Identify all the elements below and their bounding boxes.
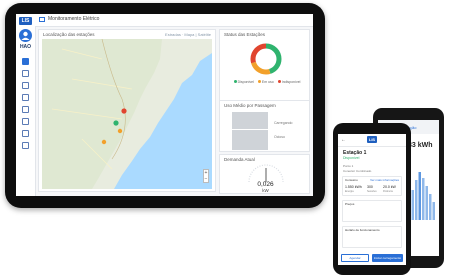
zoom-out-button[interactable]: − (204, 176, 208, 182)
sidebar-item-billing[interactable] (22, 106, 29, 113)
prices-section: Preços (342, 200, 402, 222)
user-avatar[interactable] (19, 29, 32, 42)
passage-label-bottom: Ocioso (274, 135, 285, 139)
power-label: Potência (383, 190, 393, 193)
legend-available: Disponível (237, 80, 254, 84)
start-charging-button[interactable]: Iniciar carregamento (372, 254, 403, 262)
tablet-device: LIS HAO Monitoramento Elétrico Localizaç… (5, 3, 325, 208)
power-value: 20.0 kW (383, 185, 396, 189)
legend-unavailable: Indisponível (281, 80, 301, 84)
sidebar-item-stations[interactable] (22, 70, 29, 77)
bar-chart-graphic (408, 172, 435, 220)
legend-dot-in-use (257, 80, 261, 83)
station-marker[interactable] (101, 139, 107, 145)
passage-title: Uso Médio por Passagem (224, 103, 276, 108)
energy-value: 1.550 kWh (345, 185, 362, 189)
schedule-button[interactable]: Agendar (341, 254, 369, 262)
station-marker[interactable] (121, 108, 127, 114)
phone-front-screen: ← LIS Estação 1 Disponível Ponto 1 Conec… (338, 134, 406, 265)
window-title: Monitoramento Elétrico (48, 16, 100, 22)
station-info-a: Ponto 1 (343, 164, 354, 168)
sidebar-item-help[interactable] (22, 142, 29, 149)
phone-back-value: 33 kWh (408, 142, 433, 149)
status-card: Status das Estações Disponível Em uso In… (219, 29, 310, 108)
status-donut (249, 42, 283, 76)
station-status: Disponível (343, 156, 360, 160)
legend-dot-unavailable (277, 80, 281, 83)
more-info-link[interactable]: Ver mais informações (370, 178, 399, 182)
map-card: Localização das estações Estradas · Mapa… (38, 29, 216, 192)
demand-value: 0,026 (257, 181, 274, 188)
sidebar-item-dashboard[interactable] (22, 58, 29, 65)
legend-in-use: Em uso (261, 80, 274, 84)
back-arrow-icon[interactable]: ← (341, 137, 346, 143)
map-title: Localização das estações (43, 32, 95, 37)
prices-title: Preços (345, 202, 355, 206)
station-info-b: Conector Combinado (343, 169, 372, 173)
hours-title: Horário de funcionamento (345, 228, 380, 232)
top-bar: Monitoramento Elétrico (35, 14, 313, 27)
demand-card: Demanda Atual 0,026 kW (219, 154, 310, 194)
app-logo[interactable]: LIS (19, 17, 32, 25)
user-group-icon (21, 31, 30, 40)
mobile-actions: Agendar Iniciar carregamento (341, 254, 403, 263)
sidebar-item-settings[interactable] (22, 130, 29, 137)
passage-divider (232, 129, 268, 130)
map-view-toggle[interactable]: Estradas · Mapa | Satélite (165, 32, 211, 37)
passage-card: Uso Médio por Passagem Carregando Ocioso (219, 100, 310, 152)
tablet-screen: LIS HAO Monitoramento Elétrico Localizaç… (16, 14, 313, 196)
sidebar-item-alerts[interactable] (22, 118, 29, 125)
consumption-section: Consumo Ver mais informações 1.550 kWh E… (342, 176, 402, 196)
gauge-icon (248, 164, 284, 183)
legend-dot-available (233, 80, 237, 83)
donut-chart (250, 43, 282, 75)
hours-section: Horário de funcionamento (342, 226, 402, 248)
consumption-title: Consumo (345, 178, 358, 182)
user-code: HAO (19, 44, 32, 50)
station-marker[interactable] (113, 120, 119, 126)
phone-back-chart (408, 160, 436, 220)
map-graphic (42, 39, 212, 189)
phone-front-device: ← LIS Estação 1 Disponível Ponto 1 Conec… (333, 123, 411, 275)
sidebar-item-users[interactable] (22, 82, 29, 89)
mobile-logo: LIS (367, 136, 377, 143)
passage-label-top: Carregando (274, 121, 293, 125)
zoom-control[interactable]: + − (203, 169, 209, 183)
map-area[interactable]: + − (42, 39, 212, 189)
passage-bar (232, 112, 268, 150)
mobile-top-bar: ← LIS (338, 134, 406, 147)
sessions-value: 300 (367, 185, 373, 189)
station-marker[interactable] (117, 128, 123, 134)
demand-unit: kW (262, 188, 269, 193)
sessions-label: Sessões (367, 190, 377, 193)
demand-gauge (245, 163, 287, 183)
dashboard-icon (39, 17, 45, 22)
status-title: Status das Estações (224, 32, 266, 37)
status-legend: Disponível Em uso Indisponível (224, 80, 307, 84)
demand-title: Demanda Atual (224, 157, 255, 162)
energy-label: Energia (345, 190, 354, 193)
sidebar: LIS HAO (16, 14, 36, 196)
sidebar-item-reports[interactable] (22, 94, 29, 101)
